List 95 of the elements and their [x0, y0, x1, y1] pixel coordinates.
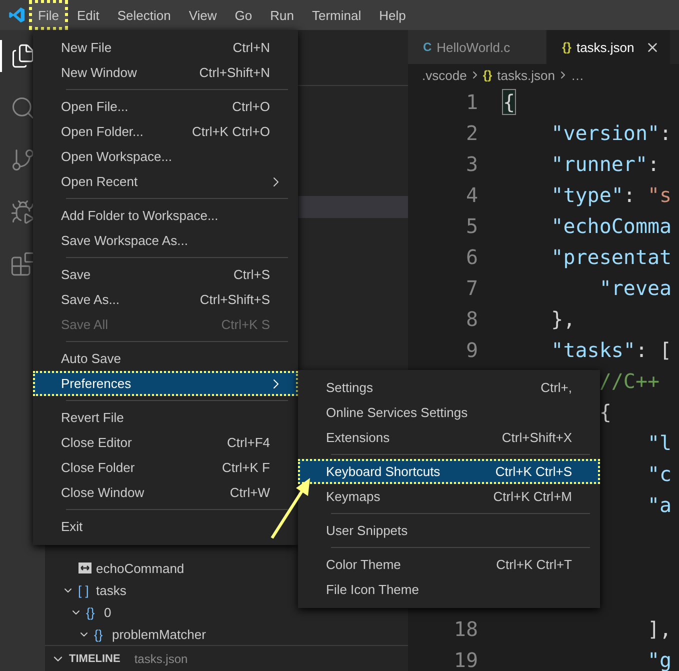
- menu-item[interactable]: Exit: [33, 514, 298, 539]
- menu-item[interactable]: Revert File: [33, 405, 298, 430]
- panel-title[interactable]: TIMELINE: [69, 652, 120, 664]
- line-number: 5: [464, 214, 478, 238]
- line-number: 8: [464, 306, 478, 330]
- file-type-icon: {}: [562, 40, 572, 54]
- symbol-icon: [ ]: [78, 582, 92, 598]
- breadcrumb-item[interactable]: tasks.json: [497, 68, 555, 82]
- outline-item[interactable]: problemMatcher: [112, 626, 206, 642]
- code-line: "c: [648, 462, 672, 486]
- file-type-icon: C: [423, 40, 432, 54]
- code-line: "echoComma: [551, 214, 672, 238]
- tab-label: tasks.json: [576, 40, 634, 54]
- menu-item[interactable]: Save As... Ctrl+Shift+S: [33, 287, 298, 312]
- code-line: ],: [648, 616, 672, 640]
- code-line: {: [599, 400, 612, 424]
- line-number: 4: [464, 182, 478, 206]
- menu-item[interactable]: Keyboard Shortcuts Ctrl+K Ctrl+S: [298, 459, 600, 484]
- menu-item[interactable]: User Snippets: [298, 518, 600, 543]
- code-line: },: [551, 306, 576, 330]
- line-number: 19: [452, 648, 478, 671]
- keyboard-shortcut: Ctrl+K Ctrl+T: [496, 557, 572, 572]
- code-line: "revea: [599, 276, 672, 300]
- menu-item[interactable]: Color Theme Ctrl+K Ctrl+T: [298, 552, 600, 577]
- keyboard-shortcut: Ctrl+K S: [221, 317, 270, 332]
- breadcrumb-item[interactable]: .vscode: [422, 68, 467, 82]
- code-line: "a: [648, 492, 672, 516]
- menu-item[interactable]: Add Folder to Workspace...: [33, 203, 298, 228]
- keyboard-shortcut: Ctrl+K Ctrl+M: [493, 489, 572, 504]
- menu-item[interactable]: Preferences: [33, 371, 298, 396]
- code-line: "g: [648, 648, 672, 671]
- menu-item[interactable]: Keymaps Ctrl+K Ctrl+M: [298, 484, 600, 509]
- line-number: 6: [464, 244, 478, 268]
- keyboard-shortcut: Ctrl+F4: [227, 435, 270, 450]
- menu-item[interactable]: Open File... Ctrl+O: [33, 94, 298, 119]
- menu-item[interactable]: Open Recent: [33, 169, 298, 194]
- code-line: "type": "s: [551, 182, 672, 206]
- line-number: 9: [464, 338, 478, 362]
- menu-item[interactable]: New File Ctrl+N: [33, 35, 298, 60]
- line-number: 18: [452, 616, 478, 640]
- line-number: 3: [464, 152, 478, 176]
- tab-label: HelloWorld.c: [436, 40, 510, 54]
- outline-item[interactable]: 0: [104, 604, 112, 620]
- code-line: "runner":: [551, 152, 660, 176]
- menu-item[interactable]: Open Folder... Ctrl+K Ctrl+O: [33, 119, 298, 144]
- menu-item[interactable]: Save Ctrl+S: [33, 262, 298, 287]
- keyboard-shortcut: Ctrl+,: [540, 380, 572, 395]
- keyboard-shortcut: Ctrl+O: [232, 99, 270, 114]
- outline-item[interactable]: echoCommand: [96, 560, 184, 576]
- symbol-icon: {}: [94, 626, 108, 642]
- symbol-icon: {}: [86, 604, 100, 620]
- menu-item[interactable]: Settings Ctrl+,: [298, 375, 600, 400]
- menu-bar-item[interactable]: Terminal: [303, 0, 370, 30]
- menu-bar-item[interactable]: View: [180, 0, 226, 30]
- code-line: "l: [648, 430, 672, 454]
- line-number: 1: [464, 90, 478, 114]
- menu-item[interactable]: File Icon Theme: [298, 577, 600, 602]
- panel-subtitle: tasks.json: [134, 652, 188, 666]
- menu-item[interactable]: Extensions Ctrl+Shift+X: [298, 425, 600, 450]
- keyboard-shortcut: Ctrl+Shift+N: [199, 65, 270, 80]
- keyboard-shortcut: Ctrl+Shift+X: [502, 430, 572, 445]
- menu-item[interactable]: Auto Save: [33, 346, 298, 371]
- keyboard-shortcut: Ctrl+S: [234, 267, 270, 282]
- keyboard-shortcut: Ctrl+N: [232, 40, 270, 55]
- editor-tab[interactable]: C HelloWorld.c: [408, 30, 548, 64]
- menu-item[interactable]: Save Workspace As...: [33, 228, 298, 253]
- menu-bar-item[interactable]: Run: [261, 0, 303, 30]
- code-line: "version":: [551, 120, 672, 144]
- keyboard-shortcut: Ctrl+K F: [222, 460, 270, 475]
- keyboard-shortcut: Ctrl+Shift+S: [200, 292, 270, 307]
- menu-item[interactable]: New Window Ctrl+Shift+N: [33, 60, 298, 85]
- outline-item[interactable]: tasks: [96, 582, 126, 598]
- menu-bar-item[interactable]: Help: [370, 0, 415, 30]
- editor-tab[interactable]: {} tasks.json: [547, 30, 672, 64]
- menu-item[interactable]: Close Folder Ctrl+K F: [33, 455, 298, 480]
- menu-item[interactable]: Online Services Settings: [298, 400, 600, 425]
- code-line: //C++: [599, 368, 660, 392]
- keyboard-shortcut: Ctrl+K Ctrl+O: [192, 124, 270, 139]
- line-number: 2: [464, 120, 478, 144]
- code-line: "tasks": [: [551, 338, 672, 362]
- menu-item[interactable]: Close Editor Ctrl+F4: [33, 430, 298, 455]
- code-line: "presentat: [551, 244, 672, 268]
- menu-bar-item[interactable]: Edit: [68, 0, 108, 30]
- app-logo-icon: [8, 6, 26, 24]
- json-icon: {}: [482, 68, 492, 82]
- menu-bar-item[interactable]: File: [29, 0, 68, 30]
- menu-bar-item[interactable]: Go: [226, 0, 262, 30]
- menu-bar-item[interactable]: Selection: [108, 0, 180, 30]
- menu-item[interactable]: Open Workspace...: [33, 144, 298, 169]
- breadcrumb-item[interactable]: …: [570, 68, 584, 82]
- keyboard-shortcut: Ctrl+K Ctrl+S: [495, 464, 572, 479]
- keyboard-shortcut: Ctrl+W: [230, 485, 270, 500]
- menu-item[interactable]: Close Window Ctrl+W: [33, 480, 298, 505]
- line-number: 7: [464, 276, 478, 300]
- property-icon: [78, 562, 92, 574]
